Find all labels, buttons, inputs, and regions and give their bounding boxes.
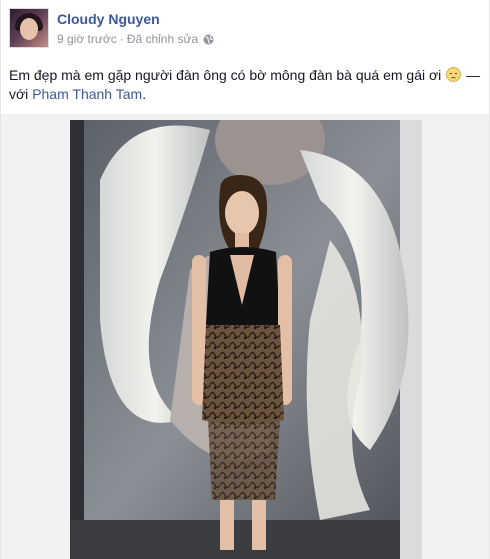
meta-separator: · xyxy=(119,32,124,46)
post-meta: 9 giờ trước · Đã chỉnh sửa xyxy=(57,32,214,46)
post-header: Cloudy Nguyen 9 giờ trước · Đã chỉnh sửa xyxy=(9,8,479,52)
disappointed-face-icon xyxy=(446,67,462,82)
avatar-face xyxy=(20,18,38,40)
photo-container xyxy=(1,114,489,559)
globe-icon[interactable] xyxy=(203,34,214,45)
avatar[interactable] xyxy=(9,8,49,48)
post-period: . xyxy=(142,86,147,102)
edited-label[interactable]: Đã chỉnh sửa xyxy=(127,32,198,46)
post-text: Em đẹp mà em gặp người đàn ông có bờ môn… xyxy=(9,66,483,104)
post-message: Em đẹp mà em gặp người đàn ông có bờ môn… xyxy=(9,67,442,83)
post-timestamp[interactable]: 9 giờ trước xyxy=(57,32,117,46)
post-photo[interactable] xyxy=(70,120,422,559)
tagged-person-link[interactable]: Pham Thanh Tam xyxy=(32,86,142,102)
feed-post: Cloudy Nguyen 9 giờ trước · Đã chỉnh sửa… xyxy=(0,0,490,559)
author-name[interactable]: Cloudy Nguyen xyxy=(57,11,160,27)
